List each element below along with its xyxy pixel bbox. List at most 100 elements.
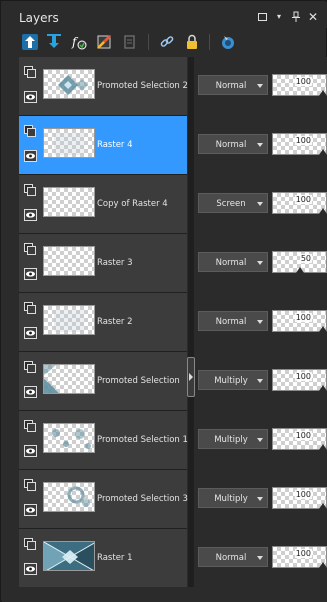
link-icon[interactable] xyxy=(157,32,177,52)
blend-mode-label: Multiply xyxy=(214,494,248,504)
opacity-slider[interactable]: 100 xyxy=(272,310,327,332)
opacity-slider-handle[interactable] xyxy=(319,562,327,568)
new-adjustment-layer-icon[interactable]: f xyxy=(69,32,89,52)
layer-row[interactable]: Raster 1 xyxy=(19,529,187,588)
opacity-slider[interactable]: 100 xyxy=(272,133,327,155)
opacity-value: 100 xyxy=(294,372,312,381)
toolbar-separator xyxy=(148,34,149,50)
layer-name: Raster 2 xyxy=(97,317,133,327)
blend-mode-label: Normal xyxy=(215,553,247,563)
view-options-icon[interactable] xyxy=(218,32,238,52)
opacity-slider-handle[interactable] xyxy=(319,208,327,214)
layer-name: Promoted Selection 2 xyxy=(97,81,188,91)
layer-row[interactable]: Promoted Selection xyxy=(19,352,187,411)
visibility-eye-icon[interactable] xyxy=(24,150,37,162)
opacity-slider[interactable]: 100 xyxy=(272,74,327,96)
opacity-slider[interactable]: 100 xyxy=(272,487,327,509)
layer-row[interactable]: Copy of Raster 4 xyxy=(19,175,187,234)
title-bar[interactable]: Layers ▾ ✕ xyxy=(2,2,327,28)
blend-mode-dropdown[interactable]: Multiply xyxy=(198,370,268,390)
visibility-eye-icon[interactable] xyxy=(24,91,37,103)
blend-mode-label: Normal xyxy=(215,258,247,268)
opacity-value: 100 xyxy=(294,77,312,86)
new-raster-layer-icon[interactable] xyxy=(20,32,40,52)
opacity-value: 100 xyxy=(294,431,312,440)
layer-name: Promoted Selection xyxy=(97,376,180,386)
opacity-slider[interactable]: 100 xyxy=(272,428,327,450)
visibility-eye-icon[interactable] xyxy=(24,563,37,575)
layer-thumbnail xyxy=(43,187,95,217)
blend-mode-label: Screen xyxy=(216,199,246,209)
close-icon[interactable]: ✕ xyxy=(307,11,319,23)
dropdown-arrow-icon xyxy=(257,379,263,383)
blend-mode-dropdown[interactable]: Normal xyxy=(198,134,268,154)
opacity-slider-handle[interactable] xyxy=(319,90,327,96)
visibility-eye-icon[interactable] xyxy=(24,445,37,457)
visibility-eye-icon[interactable] xyxy=(24,504,37,516)
layer-properties-icon[interactable] xyxy=(119,32,139,52)
blend-mode-dropdown[interactable]: Normal xyxy=(198,75,268,95)
opacity-slider-handle[interactable] xyxy=(319,385,327,391)
layer-lock-icon[interactable] xyxy=(24,538,36,550)
restore-icon[interactable] xyxy=(256,11,268,23)
dropdown-arrow-icon xyxy=(257,202,263,206)
blend-mode-dropdown[interactable]: Screen xyxy=(198,193,268,213)
layer-thumbnail xyxy=(43,482,95,512)
opacity-slider-handle[interactable] xyxy=(319,326,327,332)
layer-name: Promoted Selection 1 xyxy=(97,435,188,445)
opacity-slider-handle[interactable] xyxy=(319,444,327,450)
opacity-slider[interactable]: 100 xyxy=(272,369,327,391)
layer-properties-column: Normal 100 Normal 100 Screen 100 Normal 50 Norma… xyxy=(195,57,327,587)
blend-mode-label: Normal xyxy=(215,140,247,150)
layer-row[interactable]: Raster 2 xyxy=(19,293,187,352)
splitter-grip[interactable] xyxy=(187,357,195,397)
layer-lock-icon[interactable] xyxy=(24,125,36,137)
layer-row[interactable]: Raster 4 xyxy=(19,116,187,175)
opacity-value: 100 xyxy=(294,549,312,558)
blend-mode-dropdown[interactable]: Multiply xyxy=(198,429,268,449)
layer-properties-row: Normal 100 xyxy=(195,116,327,175)
visibility-eye-icon[interactable] xyxy=(24,386,37,398)
layer-properties-row: Normal 100 xyxy=(195,529,327,588)
layer-lock-icon[interactable] xyxy=(24,420,36,432)
layer-lock-icon[interactable] xyxy=(24,361,36,373)
visibility-eye-icon[interactable] xyxy=(24,209,37,221)
visibility-eye-icon[interactable] xyxy=(24,268,37,280)
layer-row[interactable]: Raster 3 xyxy=(19,234,187,293)
opacity-slider-handle[interactable] xyxy=(319,149,327,155)
dropdown-icon[interactable]: ▾ xyxy=(273,11,285,23)
visibility-eye-icon[interactable] xyxy=(24,327,37,339)
layer-properties-row: Normal 100 xyxy=(195,57,327,116)
opacity-value: 100 xyxy=(294,313,312,322)
layer-row[interactable]: Promoted Selection 3 xyxy=(19,470,188,529)
dropdown-arrow-icon xyxy=(257,497,263,501)
dropdown-arrow-icon xyxy=(257,143,263,147)
layer-thumbnail xyxy=(43,246,95,276)
layer-lock-icon[interactable] xyxy=(24,66,36,78)
opacity-slider[interactable]: 100 xyxy=(272,546,327,568)
opacity-slider[interactable]: 100 xyxy=(272,192,327,214)
blend-mode-dropdown[interactable]: Normal xyxy=(198,252,268,272)
column-splitter[interactable] xyxy=(188,57,194,587)
layer-lock-icon[interactable] xyxy=(24,302,36,314)
opacity-slider-handle[interactable] xyxy=(296,267,304,273)
layer-name: Promoted Selection 3 xyxy=(97,494,188,504)
effects-layer-icon[interactable] xyxy=(94,32,114,52)
pin-icon[interactable] xyxy=(290,11,302,23)
opacity-value: 100 xyxy=(294,136,312,145)
layer-lock-icon[interactable] xyxy=(24,184,36,196)
layer-row[interactable]: Promoted Selection 2 xyxy=(19,57,188,116)
layer-lock-icon[interactable] xyxy=(24,479,36,491)
blend-mode-dropdown[interactable]: Multiply xyxy=(198,488,268,508)
blend-mode-dropdown[interactable]: Normal xyxy=(198,547,268,567)
palette-title: Layers xyxy=(19,11,59,25)
opacity-slider-handle[interactable] xyxy=(319,503,327,509)
lock-icon[interactable] xyxy=(182,32,202,52)
layer-properties-row: Multiply 100 xyxy=(195,411,327,470)
opacity-slider[interactable]: 50 xyxy=(272,251,327,273)
blend-mode-dropdown[interactable]: Normal xyxy=(198,311,268,331)
new-mask-layer-icon[interactable] xyxy=(44,32,64,52)
layer-row[interactable]: Promoted Selection 1 xyxy=(19,411,188,470)
layer-lock-icon[interactable] xyxy=(24,243,36,255)
layer-thumbnail xyxy=(43,128,95,158)
